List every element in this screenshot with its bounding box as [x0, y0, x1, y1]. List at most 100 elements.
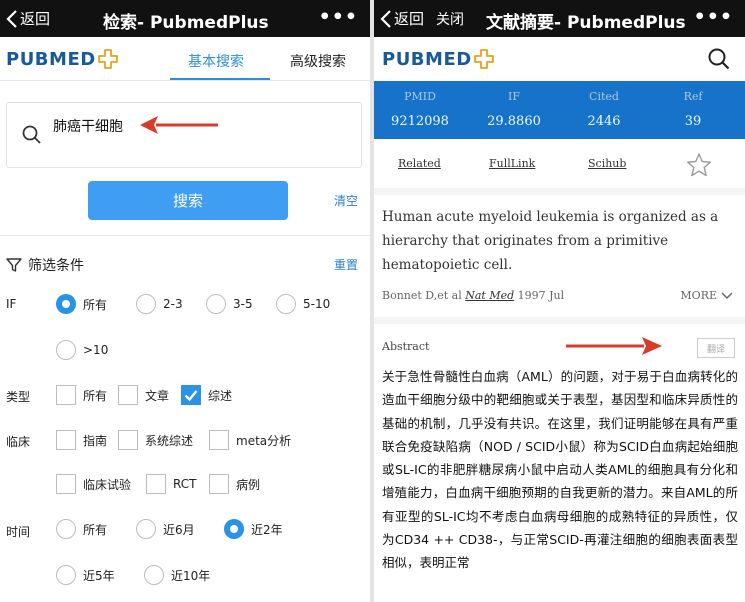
search-screen: 返回 检索- PubmedPlus ••• PUBMED 基本搜索 高级搜索 肺… — [0, 0, 370, 602]
journal-link[interactable]: Nat Med — [465, 289, 514, 302]
red-arrow-annotation — [140, 116, 218, 134]
radio[interactable] — [136, 519, 156, 539]
radio[interactable] — [136, 294, 156, 314]
checkbox-checked[interactable] — [181, 385, 201, 405]
option-label: 近10年 — [171, 568, 211, 583]
option-label: >10 — [83, 343, 109, 357]
logo-text: PUBMED — [6, 48, 96, 70]
more-button[interactable]: MORE — [680, 289, 733, 302]
stat-value: 39 — [684, 114, 702, 129]
pubmed-logo[interactable]: PUBMED — [6, 48, 119, 70]
favorite-star-icon[interactable] — [686, 152, 712, 178]
search-icon — [22, 125, 41, 144]
option-label: 综述 — [208, 388, 233, 403]
option-label: meta分析 — [236, 433, 292, 448]
checkbox[interactable] — [56, 474, 76, 494]
top-bar: 返回 检索- PubmedPlus ••• — [0, 0, 370, 37]
clear-button[interactable]: 清空 — [334, 192, 358, 209]
clinical-option-systematic-review[interactable]: 系统综述 — [118, 430, 193, 450]
type-option-all[interactable]: 所有 — [56, 385, 107, 405]
related-link[interactable]: Related — [398, 157, 441, 170]
stat-key: Ref — [683, 90, 703, 103]
type-option-review[interactable]: 综述 — [181, 385, 232, 405]
clinical-option-rct[interactable]: RCT — [146, 474, 196, 494]
divider — [0, 235, 370, 236]
option-label: 近6月 — [163, 522, 195, 537]
filter-title: 筛选条件 — [28, 258, 84, 274]
logo-text: PUBMED — [382, 48, 472, 70]
clinical-option-clinical-trial[interactable]: 临床试验 — [56, 474, 131, 494]
back-label: 返回 — [394, 10, 425, 28]
close-button[interactable]: 关闭 — [436, 9, 464, 29]
radio[interactable] — [56, 565, 76, 585]
scihub-link[interactable]: Scihub — [588, 157, 626, 170]
stat-key: IF — [508, 90, 520, 103]
if-option-3-5[interactable]: 3-5 — [206, 294, 253, 314]
option-label: 5-10 — [303, 297, 331, 311]
checkbox[interactable] — [209, 430, 229, 450]
time-option-10-years[interactable]: 近10年 — [144, 565, 210, 585]
top-bar: 返回 关闭 文献摘要- PubmedPlus ••• — [374, 0, 745, 37]
fulllink-link[interactable]: FullLink — [489, 157, 535, 170]
stat-value: 29.8860 — [487, 114, 541, 129]
if-option-all[interactable]: 所有 — [56, 294, 107, 314]
radio[interactable] — [144, 565, 164, 585]
plus-logo-icon — [97, 49, 118, 69]
time-option-all[interactable]: 所有 — [56, 519, 107, 539]
filter-icon — [6, 258, 22, 272]
option-label: 近5年 — [83, 568, 115, 583]
stat-value: 2446 — [587, 114, 621, 129]
checkbox[interactable] — [209, 474, 229, 494]
pubmed-logo[interactable]: PUBMED — [382, 48, 495, 70]
if-label: IF — [6, 297, 17, 311]
back-button[interactable]: 返回 — [6, 8, 50, 29]
checkbox[interactable] — [56, 430, 76, 450]
if-option-5-10[interactable]: 5-10 — [276, 294, 330, 314]
search-value: 肺癌干细胞 — [53, 119, 123, 135]
time-option-2-years[interactable]: 近2年 — [224, 519, 283, 539]
radio-selected[interactable] — [224, 519, 244, 539]
radio-selected[interactable] — [56, 294, 76, 314]
back-button[interactable]: 返回 — [380, 8, 424, 29]
type-option-article[interactable]: 文章 — [118, 385, 169, 405]
radio[interactable] — [276, 294, 296, 314]
divider — [0, 80, 370, 81]
option-label: 3-5 — [233, 297, 253, 311]
more-menu-button[interactable]: ••• — [319, 6, 358, 28]
chevron-down-icon — [721, 291, 733, 299]
radio[interactable] — [56, 340, 76, 360]
search-icon[interactable] — [707, 47, 731, 71]
reset-button[interactable]: 重置 — [334, 256, 358, 273]
checkbox[interactable] — [146, 474, 166, 494]
checkbox[interactable] — [118, 430, 138, 450]
radio[interactable] — [56, 519, 76, 539]
tab-advanced-search[interactable]: 高级搜索 — [290, 51, 346, 71]
time-option-6-months[interactable]: 近6月 — [136, 519, 195, 539]
clinical-label: 临床 — [6, 435, 31, 449]
translate-button[interactable]: 翻译 — [697, 338, 735, 358]
checkbox[interactable] — [118, 385, 138, 405]
time-label: 时间 — [6, 525, 31, 539]
clinical-option-meta-analysis[interactable]: meta分析 — [209, 430, 291, 450]
if-option-2-3[interactable]: 2-3 — [136, 294, 183, 314]
clinical-option-guideline[interactable]: 指南 — [56, 430, 107, 450]
radio[interactable] — [206, 294, 226, 314]
option-label: 临床试验 — [83, 477, 132, 492]
time-option-5-years[interactable]: 近5年 — [56, 565, 115, 585]
option-label: 近2年 — [251, 522, 283, 537]
back-label: 返回 — [20, 10, 51, 28]
clinical-option-case[interactable]: 病例 — [209, 474, 260, 494]
if-option-gt10[interactable]: >10 — [56, 340, 108, 360]
search-button[interactable]: 搜索 — [88, 181, 288, 220]
checkbox[interactable] — [56, 385, 76, 405]
option-label: 病例 — [236, 477, 261, 492]
abstract-title: Abstract — [382, 340, 430, 353]
stat-key: PMID — [404, 90, 436, 103]
article-meta: Bonnet D,et al Nat Med 1997 Jul — [382, 289, 564, 302]
red-arrow-annotation — [566, 337, 662, 355]
more-menu-button[interactable]: ••• — [694, 6, 733, 28]
abstract-screen: 返回 关闭 文献摘要- PubmedPlus ••• PUBMED PMID 92… — [374, 0, 745, 602]
article-stats-bar: PMID 9212098 IF 29.8860 Cited 2446 Ref 39 — [374, 81, 745, 139]
tab-basic-search[interactable]: 基本搜索 — [188, 51, 244, 71]
option-label: RCT — [173, 477, 197, 491]
